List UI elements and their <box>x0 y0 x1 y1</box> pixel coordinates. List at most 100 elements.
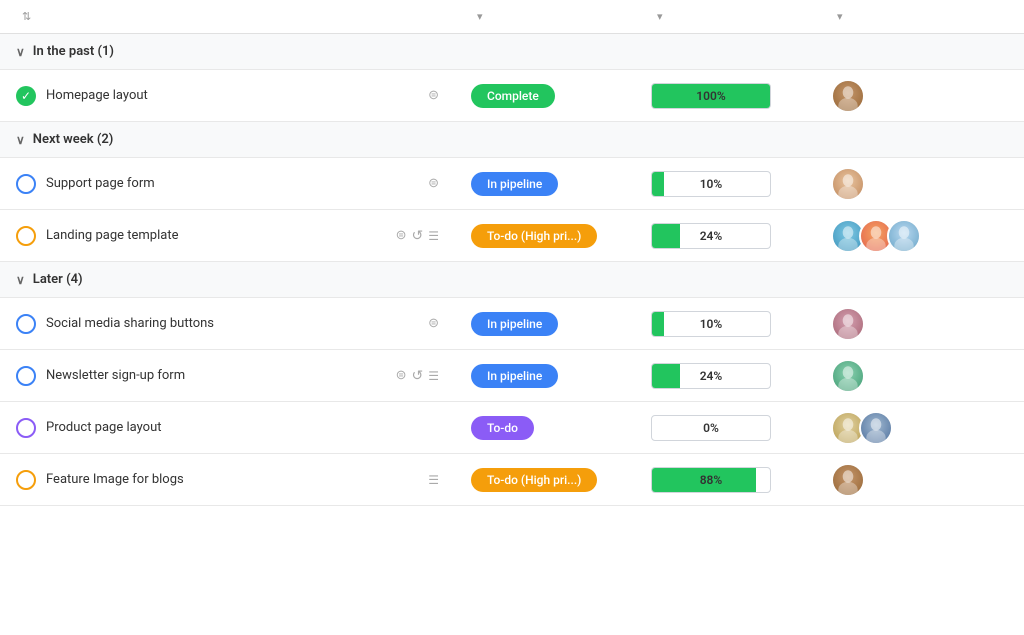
stage-cell: To-do (High pri...) <box>455 468 635 492</box>
progress-cell: 10% <box>635 171 815 197</box>
task-status-icon[interactable]: ✓ <box>16 86 36 106</box>
task-name: Landing page template <box>46 228 386 243</box>
task-status-icon[interactable] <box>16 418 36 438</box>
task-name: Support page form <box>46 176 418 191</box>
table-row[interactable]: Newsletter sign-up form ⊜ ↺ ☰ In pipeline 24% <box>0 350 1024 402</box>
progress-bar: 24% <box>651 363 771 389</box>
table-row[interactable]: Support page form ⊜ In pipeline 10% <box>0 158 1024 210</box>
task-name: Feature Image for blogs <box>46 472 418 487</box>
task-meta-icons: ⊜ <box>428 176 439 191</box>
col-task-title[interactable]: ⇅ <box>0 10 455 23</box>
section-name: Next week (2) <box>33 132 114 147</box>
stage-cell: To-do <box>455 416 635 440</box>
stage-badge[interactable]: To-do (High pri...) <box>471 224 597 248</box>
task-status-icon[interactable] <box>16 366 36 386</box>
section-title-cell: ∨ Later (4) <box>16 272 471 287</box>
assigned-cell <box>815 411 1024 445</box>
stage-badge[interactable]: To-do <box>471 416 534 440</box>
task-status-icon[interactable] <box>16 314 36 334</box>
list-icon: ☰ <box>428 369 439 383</box>
task-status-icon[interactable] <box>16 470 36 490</box>
table-row[interactable]: ✓ Homepage layout ⊜ Complete 100% <box>0 70 1024 122</box>
avatar <box>831 79 865 113</box>
table-row[interactable]: Product page layout To-do 0% <box>0 402 1024 454</box>
progress-filter-icon[interactable]: ▾ <box>657 10 663 23</box>
section-collapse-icon[interactable]: ∨ <box>16 45 25 59</box>
task-meta-icons: ⊜↺☰ <box>396 228 439 244</box>
task-meta-icons: ⊜ <box>428 316 439 331</box>
section-collapse-icon[interactable]: ∨ <box>16 273 25 287</box>
attachment-icon: ⊜ <box>428 316 439 331</box>
attachment-icon: ⊜ <box>428 88 439 103</box>
section-collapse-icon[interactable]: ∨ <box>16 133 25 147</box>
progress-cell: 100% <box>635 83 815 109</box>
task-meta-icons: ☰ <box>428 473 439 487</box>
task-table: ⇅ ▾ ▾ ▾ ∨In the past (1) ✓ Homepage layout… <box>0 0 1024 506</box>
progress-bar: 24% <box>651 223 771 249</box>
sort-icon[interactable]: ⇅ <box>22 10 31 23</box>
list-icon: ☰ <box>428 229 439 243</box>
progress-cell: 24% <box>635 223 815 249</box>
table-header: ⇅ ▾ ▾ ▾ <box>0 0 1024 34</box>
assigned-filter-icon[interactable]: ▾ <box>837 10 843 23</box>
progress-value: 24% <box>652 229 770 243</box>
assigned-cell <box>815 219 1024 253</box>
section-later: ∨ Later (4) <box>0 262 1024 298</box>
task-cell: Product page layout <box>0 408 455 448</box>
list-icon: ☰ <box>428 473 439 487</box>
progress-value: 100% <box>652 89 770 103</box>
avatar <box>831 307 865 341</box>
avatar <box>831 463 865 497</box>
col-stage[interactable]: ▾ <box>455 10 635 23</box>
table-row[interactable]: Feature Image for blogs ☰ To-do (High pri.… <box>0 454 1024 506</box>
task-status-icon[interactable] <box>16 226 36 246</box>
attachment-icon: ⊜ <box>396 368 407 383</box>
avatar-group <box>831 219 921 253</box>
progress-cell: 24% <box>635 363 815 389</box>
section-title-cell: ∨In the past (1) <box>16 44 471 59</box>
stage-cell: To-do (High pri...) <box>455 224 635 248</box>
avatar-group <box>831 359 865 393</box>
progress-value: 10% <box>652 177 770 191</box>
section-name: Later (4) <box>33 272 83 287</box>
task-name: Social media sharing buttons <box>46 316 418 331</box>
progress-value: 88% <box>652 473 770 487</box>
refresh-icon: ↺ <box>412 368 424 384</box>
avatar-group <box>831 307 865 341</box>
progress-cell: 88% <box>635 467 815 493</box>
table-row[interactable]: Social media sharing buttons ⊜ In pipeline… <box>0 298 1024 350</box>
task-cell: Newsletter sign-up form ⊜ ↺ ☰ <box>0 356 455 396</box>
progress-bar: 10% <box>651 311 771 337</box>
assigned-cell <box>815 79 1024 113</box>
stage-badge[interactable]: To-do (High pri...) <box>471 468 597 492</box>
task-meta-icons: ⊜ ↺ ☰ <box>396 368 439 384</box>
assigned-cell <box>815 463 1024 497</box>
section-next-week: ∨ Next week (2) <box>0 122 1024 158</box>
task-name: Homepage layout <box>46 88 418 103</box>
progress-value: 0% <box>652 421 770 435</box>
avatar-group <box>831 463 865 497</box>
stage-badge[interactable]: In pipeline <box>471 172 558 196</box>
avatar <box>831 167 865 201</box>
progress-cell: 10% <box>635 311 815 337</box>
stage-filter-icon[interactable]: ▾ <box>477 10 483 23</box>
stage-badge[interactable]: In pipeline <box>471 364 558 388</box>
stage-cell: In pipeline <box>455 364 635 388</box>
stage-badge[interactable]: In pipeline <box>471 312 558 336</box>
col-assigned[interactable]: ▾ <box>815 10 1024 23</box>
progress-bar: 0% <box>651 415 771 441</box>
avatar <box>887 219 921 253</box>
attachment-icon: ⊜ <box>428 176 439 191</box>
section-past: ∨In the past (1) <box>0 34 1024 70</box>
progress-value: 24% <box>652 369 770 383</box>
task-cell: ✓ Homepage layout ⊜ <box>0 76 455 116</box>
task-cell: Feature Image for blogs ☰ <box>0 460 455 500</box>
table-row[interactable]: Landing page template ⊜↺☰ To-do (High pri.… <box>0 210 1024 262</box>
task-name: Newsletter sign-up form <box>46 368 386 383</box>
task-status-icon[interactable] <box>16 174 36 194</box>
stage-cell: In pipeline <box>455 172 635 196</box>
task-cell: Landing page template ⊜↺☰ <box>0 216 455 256</box>
col-progress[interactable]: ▾ <box>635 10 815 23</box>
stage-badge[interactable]: Complete <box>471 84 555 108</box>
task-cell: Social media sharing buttons ⊜ <box>0 304 455 344</box>
